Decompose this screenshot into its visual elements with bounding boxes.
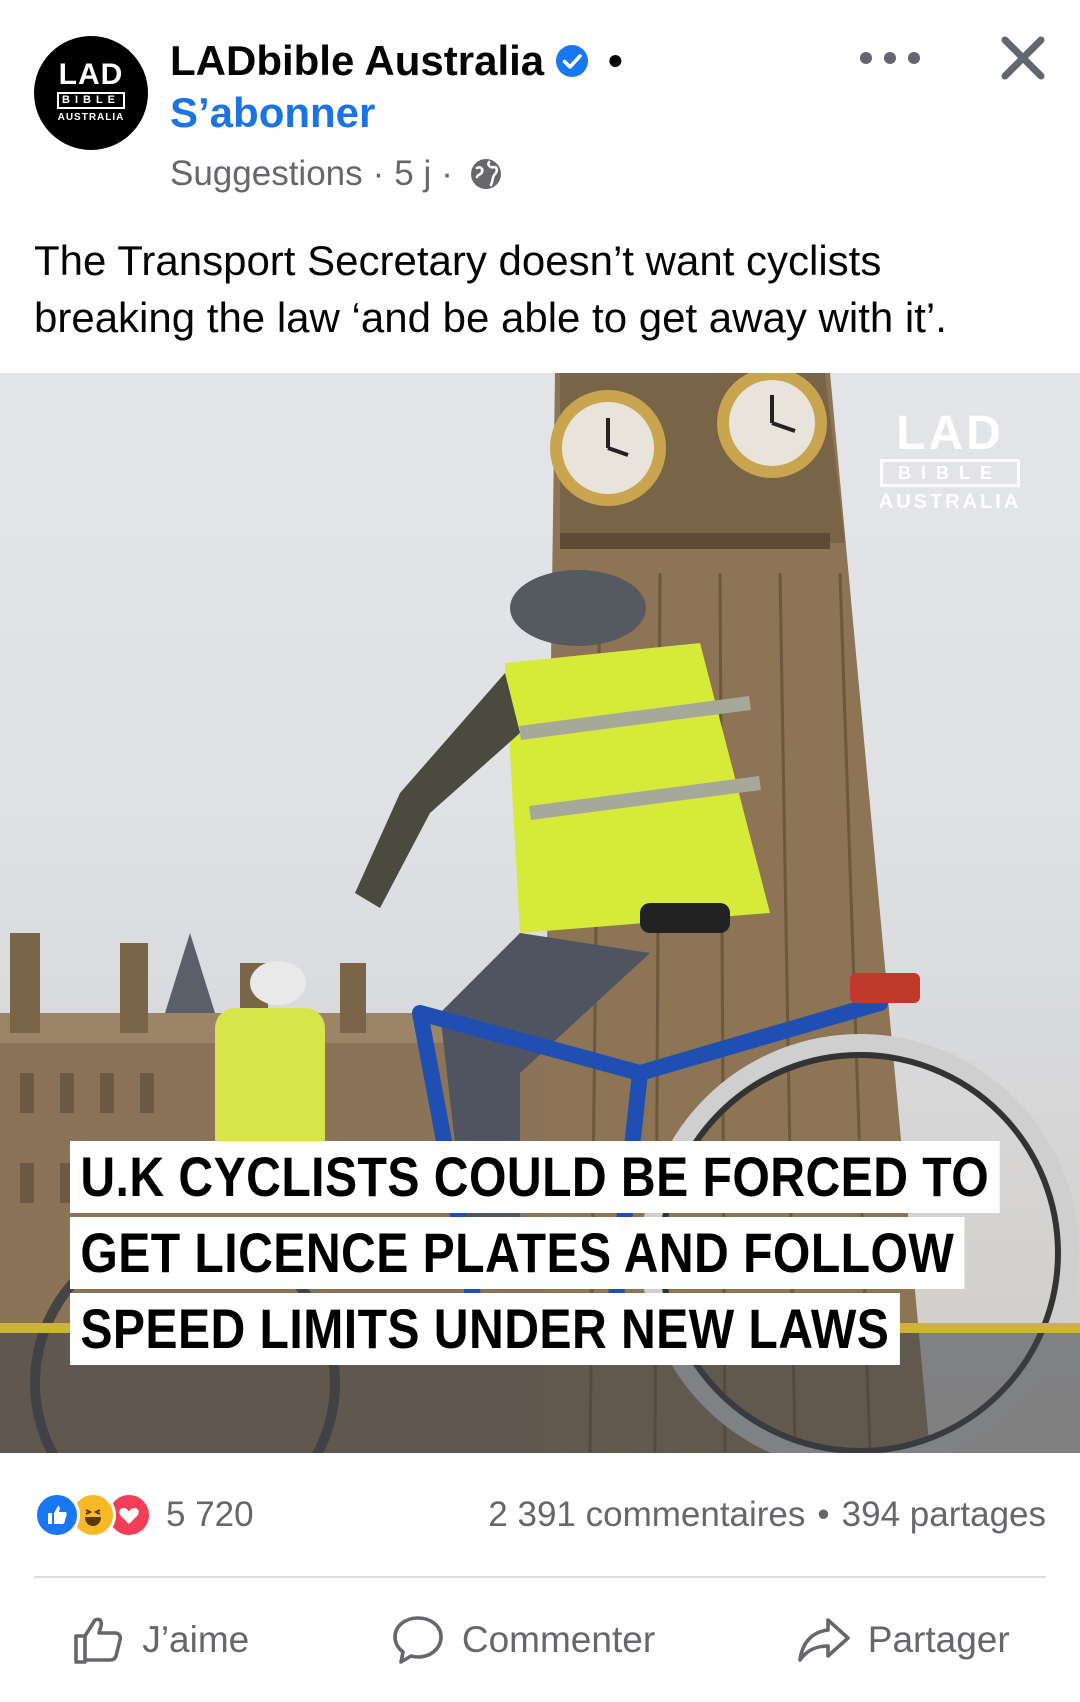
- watermark-lad: LAD: [896, 407, 1004, 460]
- comment-button[interactable]: Commenter: [390, 1612, 655, 1668]
- avatar-logo-bible: BIBLE: [57, 92, 125, 109]
- watermark-bible: BIBLE: [880, 459, 1020, 487]
- like-button[interactable]: J’aime: [70, 1612, 249, 1668]
- action-bar: J’aime Commenter Partager: [0, 1600, 1080, 1680]
- globe-icon: [470, 159, 501, 189]
- post-header: LAD BIBLE AUSTRALIA LADbible Australia •…: [0, 0, 1080, 215]
- share-icon: [797, 1618, 850, 1662]
- post-timestamp[interactable]: 5 j: [394, 152, 431, 196]
- header-separator: •: [608, 37, 623, 84]
- comment-icon: [393, 1616, 443, 1664]
- comments-count-link[interactable]: 2 391 commentaires: [488, 1495, 805, 1535]
- page-name-link[interactable]: LADbible Australia: [170, 36, 544, 86]
- headline-line: GET LICENCE PLATES AND FOLLOW: [70, 1217, 965, 1289]
- more-options-button[interactable]: [860, 36, 920, 80]
- headline-line: SPEED LIMITS UNDER NEW LAWS: [70, 1293, 900, 1365]
- thumbs-up-icon: [74, 1617, 123, 1664]
- meta-separator: ·: [441, 154, 453, 193]
- stats-separator: •: [817, 1495, 830, 1534]
- share-label: Partager: [867, 1619, 1010, 1660]
- image-watermark: LAD BIBLE AUSTRALIA: [875, 407, 1025, 514]
- post-text: The Transport Secretary doesn’t want cyc…: [34, 237, 947, 341]
- verified-badge-icon: [556, 45, 588, 77]
- share-button[interactable]: Partager: [796, 1612, 1010, 1668]
- close-icon[interactable]: [995, 30, 1051, 86]
- page-avatar[interactable]: LAD BIBLE AUSTRALIA: [34, 36, 148, 150]
- divider: [34, 1576, 1046, 1578]
- comment-label: Commenter: [461, 1619, 656, 1660]
- headline-line: U.K CYCLISTS COULD BE FORCED TO: [70, 1141, 1000, 1213]
- image-headline: U.K CYCLISTS COULD BE FORCED TO GET LICE…: [70, 1141, 1080, 1369]
- meta-source: Suggestions: [170, 154, 363, 193]
- more-dot-icon: [860, 52, 872, 64]
- post-image[interactable]: LAD BIBLE AUSTRALIA U.K CYCLISTS COULD B…: [0, 373, 1080, 1453]
- shares-count-link[interactable]: 394 partages: [842, 1495, 1046, 1535]
- avatar-logo-australia: AUSTRALIA: [57, 112, 125, 123]
- watermark-australia: AUSTRALIA: [878, 491, 1022, 513]
- more-dot-icon: [884, 52, 896, 64]
- engagement-stats: 2 391 commentaires • 394 partages: [488, 1490, 1046, 1540]
- reaction-count: 5 720: [166, 1495, 254, 1534]
- meta-separator: ·: [372, 154, 385, 193]
- reactions-summary[interactable]: 5 720: [34, 1490, 254, 1540]
- more-dot-icon: [908, 52, 920, 64]
- follow-button[interactable]: S’abonner: [170, 88, 375, 138]
- avatar-logo-lad: LAD: [58, 58, 124, 91]
- like-label: J’aime: [142, 1619, 250, 1660]
- post-meta: Suggestions · 5 j ·: [170, 152, 503, 196]
- like-reaction-icon: [34, 1492, 80, 1538]
